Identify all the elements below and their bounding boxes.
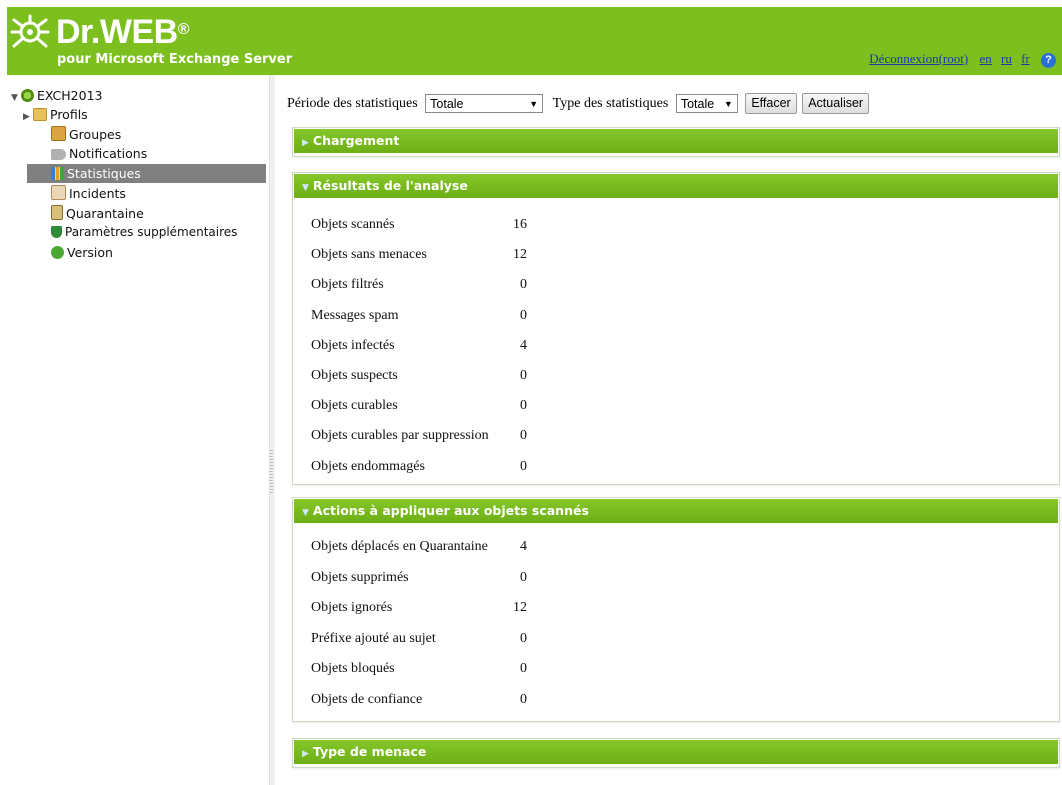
stat-value: 0 [520, 661, 527, 676]
stat-label: Objets curables par suppression [311, 428, 489, 444]
panel-resultats: ▼ Résultats de l'analyse Objets scannés 16… [292, 172, 1060, 485]
spider-logo-icon [10, 14, 50, 48]
lang-en-link[interactable]: en [979, 51, 991, 66]
chart-icon [51, 167, 64, 180]
sidebar-item-label: Notifications [69, 146, 148, 161]
sidebar-item-label: Profils [50, 107, 88, 122]
sidebar-item-statistiques[interactable]: Statistiques [27, 164, 266, 183]
group-icon [51, 126, 66, 141]
stat-label: Objets déplacés en Quarantaine [311, 539, 488, 554]
sidebar-item-label: Incidents [69, 186, 126, 201]
stat-label: Objets scannés [311, 217, 395, 232]
sidebar-item-label: Paramètres supplémentaires [65, 225, 238, 239]
stat-label: Objets infectés [311, 337, 395, 353]
main-content: Période des statistiques Totale ▼ Type de… [280, 75, 1062, 785]
stat-value: 0 [520, 307, 527, 323]
chevron-down-icon: ▼ [529, 99, 539, 109]
stat-value: 0 [520, 458, 527, 474]
chevron-down-icon: ▼ [723, 99, 733, 109]
stat-value: 0 [520, 368, 527, 383]
panel-chargement: ▶ Chargement [292, 127, 1060, 157]
brand-subtitle: pour Microsoft Exchange Server [57, 52, 293, 67]
stat-label: Objets de confiance [311, 691, 423, 707]
drweb-logo: Dr.WEB® pour Microsoft Exchange Server [10, 12, 293, 72]
sidebar-item-incidents[interactable]: Incidents [51, 184, 126, 203]
stat-value: 12 [513, 600, 527, 615]
tree-root-exch2013[interactable]: ▼ EXCH2013 [11, 86, 103, 105]
sidebar-item-version[interactable]: Version [51, 243, 113, 262]
sidebar-item-quarantaine[interactable]: Quarantaine [51, 204, 144, 223]
stat-value: 0 [520, 428, 527, 444]
sidebar-item-label: Groupes [69, 127, 122, 142]
shield-icon [51, 226, 62, 238]
stat-label: Objets filtrés [311, 277, 384, 293]
panel-chargement-header[interactable]: ▶ Chargement [294, 129, 1058, 153]
brand-title: Dr.WEB® [56, 13, 189, 51]
stat-label: Objets ignorés [311, 600, 393, 615]
stat-value: 16 [513, 217, 527, 232]
type-select[interactable]: Totale ▼ [675, 94, 738, 113]
period-label: Période des statistiques [287, 95, 418, 111]
lang-fr-link[interactable]: fr [1021, 51, 1030, 66]
stat-value: 0 [520, 398, 527, 414]
stat-label: Objets curables [311, 398, 398, 414]
panel-type-menace: ▶ Type de menace [292, 738, 1060, 768]
sidebar-splitter[interactable] [269, 75, 275, 785]
sidebar-item-label: Statistiques [67, 166, 141, 181]
tree-root-label: EXCH2013 [37, 88, 103, 103]
refresh-button[interactable]: Actualiser [802, 93, 870, 114]
splitter-grip[interactable] [270, 450, 273, 495]
panel-actions: ▼ Actions à appliquer aux objets scannés … [292, 497, 1060, 722]
expand-arrow-icon[interactable]: ▼ [11, 89, 21, 108]
sidebar-item-profils[interactable]: ▶ Profils [23, 105, 88, 124]
sidebar-item-label: Version [67, 245, 113, 260]
server-icon [21, 89, 34, 102]
sidebar-item-notifications[interactable]: Notifications [51, 144, 147, 163]
clear-button[interactable]: Effacer [745, 93, 797, 114]
stat-value: 0 [520, 691, 527, 707]
stat-label: Objets sans menaces [311, 247, 427, 263]
stat-value: 4 [520, 539, 527, 554]
type-label: Type des statistiques [552, 95, 669, 111]
panel-resultats-header[interactable]: ▼ Résultats de l'analyse [294, 174, 1058, 198]
stat-label: Objets bloqués [311, 661, 395, 676]
top-links: Déconnexion(root) en ru fr ? [861, 51, 1056, 68]
collapse-arrow-icon: ▼ [302, 183, 309, 193]
stat-label: Objets supprimés [311, 569, 409, 585]
panel-type-menace-header[interactable]: ▶ Type de menace [294, 740, 1058, 764]
expand-arrow-icon[interactable]: ▶ [23, 108, 33, 127]
navigation-tree: ▼ EXCH2013 ▶ Profils Groupes Notifications… [7, 75, 267, 785]
stat-value: 0 [520, 277, 527, 293]
folder-icon [33, 108, 47, 121]
quarantine-icon [51, 205, 63, 220]
stat-label: Messages spam [311, 307, 399, 323]
megaphone-icon [51, 149, 66, 160]
sidebar-item-groupes[interactable]: Groupes [51, 125, 121, 144]
stats-toolbar: Période des statistiques Totale ▼ Type de… [287, 93, 870, 114]
logout-link[interactable]: Déconnexion(root) [869, 51, 968, 66]
stat-label: Objets suspects [311, 368, 398, 383]
period-select[interactable]: Totale ▼ [425, 94, 544, 113]
app-header: Dr.WEB® pour Microsoft Exchange Server D… [0, 0, 1062, 75]
expand-arrow-icon: ▶ [302, 138, 309, 148]
expand-arrow-icon: ▶ [302, 749, 309, 759]
info-icon [51, 246, 64, 259]
stat-label: Objets endommagés [311, 458, 425, 474]
help-icon[interactable]: ? [1041, 53, 1056, 68]
sidebar-item-parametres[interactable]: Paramètres supplémentaires [51, 223, 237, 242]
stat-value: 12 [513, 247, 527, 263]
lang-ru-link[interactable]: ru [1001, 51, 1012, 66]
collapse-arrow-icon: ▼ [302, 508, 309, 518]
panel-actions-header[interactable]: ▼ Actions à appliquer aux objets scannés [294, 499, 1058, 523]
period-select-value: Totale [430, 97, 464, 111]
type-select-value: Totale [680, 97, 715, 111]
stat-value: 0 [520, 630, 527, 646]
stat-value: 4 [520, 337, 527, 353]
stat-label: Préfixe ajouté au sujet [311, 630, 436, 646]
sidebar-item-label: Quarantaine [66, 206, 144, 221]
incident-icon [51, 185, 66, 200]
stat-value: 0 [520, 569, 527, 585]
